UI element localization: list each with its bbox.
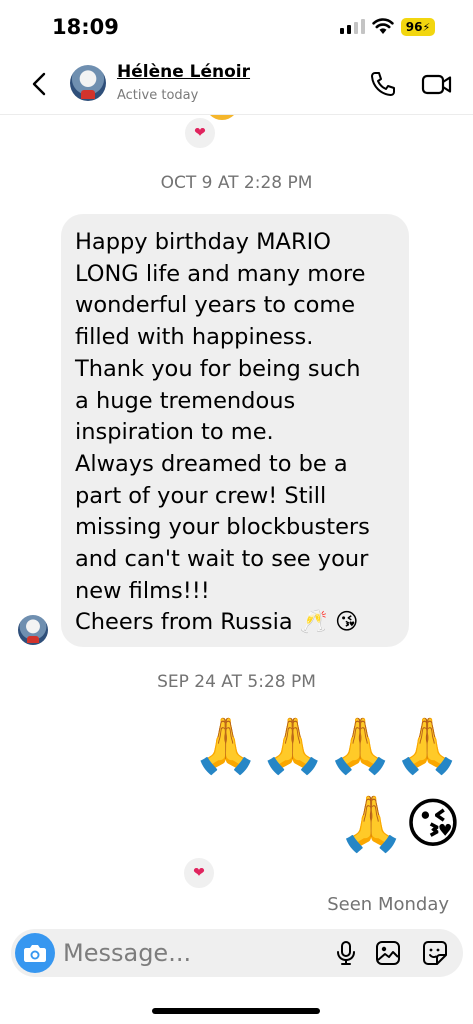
camera-button[interactable] (15, 933, 55, 973)
message-line: Always dreamed to be a (75, 450, 348, 477)
sent-emoji-message[interactable]: 🙏🙏🙏🙏 (192, 716, 461, 776)
active-status: Active today (117, 88, 199, 103)
call-icon[interactable] (369, 70, 397, 98)
video-icon[interactable] (421, 70, 453, 98)
message-line: new films!!! (75, 577, 210, 604)
seen-status: Seen Monday (327, 894, 449, 915)
timestamp: OCT 9 AT 2:28 PM (160, 173, 313, 193)
chat-header: Hélène Lénoir Active today (0, 54, 473, 115)
contact-name[interactable]: Hélène Lénoir (117, 62, 250, 82)
message-line: part of your crew! Still (75, 482, 327, 509)
message-line: Thank you for being such (75, 355, 361, 382)
sent-emoji-message[interactable]: 🙏😘 (337, 794, 461, 854)
camera-icon (24, 945, 46, 962)
heart-reaction[interactable]: ❤ (183, 116, 217, 150)
back-icon[interactable] (27, 70, 51, 98)
message-composer (11, 929, 463, 977)
microphone-icon[interactable] (334, 940, 358, 966)
message-thread[interactable]: ❤ OCT 9 AT 2:28 PM Happy birthday MARIO … (0, 114, 473, 924)
timestamp: SEP 24 AT 5:28 PM (157, 672, 316, 692)
wifi-icon (372, 18, 394, 34)
message-line: inspiration to me. (75, 419, 274, 446)
message-line: missing your blockbusters (75, 514, 370, 541)
status-bar: 18:09 96⚡ (0, 0, 473, 54)
received-message-text: Happy birthday MARIO LONG life and many … (75, 227, 370, 639)
message-line: Happy birthday MARIO (75, 229, 331, 255)
charging-icon: ⚡ (422, 21, 431, 34)
sender-avatar[interactable] (18, 615, 48, 645)
battery-indicator: 96⚡ (401, 18, 435, 36)
message-line: a huge tremendous (75, 387, 296, 414)
cellular-signal-icon (340, 19, 365, 34)
message-line: filled with happiness. (75, 324, 314, 351)
message-line: Cheers from Russia 🥂 😘 (75, 609, 359, 636)
gallery-icon[interactable] (375, 940, 401, 966)
message-input[interactable] (63, 937, 313, 969)
heart-icon: ❤ (194, 125, 206, 141)
contact-avatar[interactable] (70, 65, 106, 101)
message-line: LONG life and many more (75, 260, 366, 287)
home-indicator (152, 1008, 320, 1014)
message-line: wonderful years to come (75, 292, 356, 319)
heart-reaction[interactable]: ❤ (182, 856, 216, 890)
heart-icon: ❤ (193, 865, 205, 881)
message-line: and can't wait to see your (75, 546, 369, 573)
battery-level: 96 (405, 20, 423, 34)
sticker-icon[interactable] (421, 939, 449, 967)
status-time: 18:09 (52, 15, 119, 39)
